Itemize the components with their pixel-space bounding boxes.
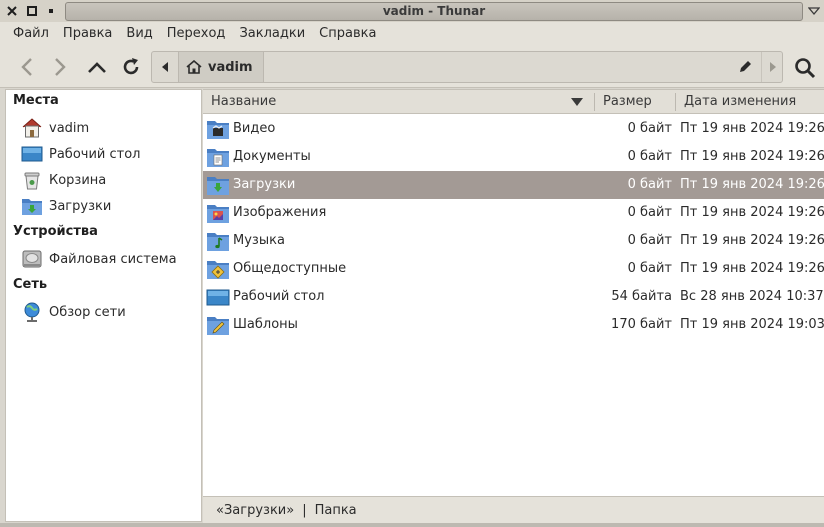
- search-icon[interactable]: [792, 55, 818, 81]
- sidebar-item-home[interactable]: vadim: [21, 116, 89, 140]
- file-row-video[interactable]: Видео 0 байт Пт 19 янв 2024 19:26:37: [203, 115, 824, 143]
- public-folder-icon: [207, 261, 229, 279]
- sidebar-item-label: Обзор сети: [49, 304, 126, 320]
- maximize-window-icon[interactable]: [25, 4, 39, 18]
- file-name: Документы: [233, 149, 311, 164]
- column-modified[interactable]: Дата изменения: [676, 90, 824, 114]
- sidebar-item-network[interactable]: Обзор сети: [21, 300, 126, 324]
- sidebar-item-label: Рабочий стол: [49, 146, 141, 162]
- desktop-icon: [21, 143, 43, 165]
- file-row-templates[interactable]: Шаблоны 170 байт Пт 19 янв 2024 19:03:42: [203, 311, 824, 339]
- column-name[interactable]: Название: [203, 90, 594, 114]
- sidebar-item-label: Файловая система: [49, 251, 177, 267]
- music-folder-icon: [207, 233, 229, 251]
- sort-descending-icon: [571, 98, 583, 106]
- minimize-window-icon[interactable]: [44, 4, 58, 18]
- column-size[interactable]: Размер: [595, 90, 675, 114]
- file-row-desktop[interactable]: Рабочий стол 54 байта Вс 28 янв 2024 10:…: [203, 283, 824, 311]
- video-folder-icon: [207, 121, 229, 139]
- window-bottom-edge[interactable]: [0, 523, 824, 527]
- file-date: Пт 19 янв 2024 19:26:37: [680, 261, 824, 276]
- file-name: Изображения: [233, 205, 327, 220]
- trash-icon: [21, 169, 43, 191]
- path-bar: vadim: [151, 51, 783, 83]
- path-scroll-right-icon[interactable]: [761, 52, 783, 82]
- menu-bookmarks[interactable]: Закладки: [232, 22, 312, 46]
- file-date: Пт 19 янв 2024 19:26:37: [680, 205, 824, 220]
- downloads-folder-icon: [21, 195, 43, 217]
- file-name: Видео: [233, 121, 276, 136]
- file-list: Название Размер Дата изменения Видео 0 б…: [203, 89, 824, 496]
- file-size: 170 байт: [611, 317, 672, 332]
- file-date: Пт 19 янв 2024 19:26:37: [680, 121, 824, 136]
- file-name: Шаблоны: [233, 317, 298, 332]
- sidebar-heading-places: Места: [13, 93, 59, 108]
- menu-file[interactable]: Файл: [6, 22, 56, 46]
- file-date: Пт 19 янв 2024 19:26:37: [680, 149, 824, 164]
- sidebar-heading-network: Сеть: [13, 277, 48, 292]
- menu-view[interactable]: Вид: [119, 22, 159, 46]
- pictures-folder-icon: [207, 205, 229, 223]
- menu-bar: Файл Правка Вид Переход Закладки Справка: [0, 22, 824, 46]
- forward-arrow-icon[interactable]: [48, 55, 72, 79]
- documents-folder-icon: [207, 149, 229, 167]
- window-title: vadim - Thunar: [65, 2, 803, 21]
- file-row-documents[interactable]: Документы 0 байт Пт 19 янв 2024 19:26:37: [203, 143, 824, 171]
- sidebar-item-label: Корзина: [49, 172, 107, 188]
- path-scroll-left-icon[interactable]: [154, 52, 176, 82]
- menu-go[interactable]: Переход: [160, 22, 233, 46]
- sidebar-item-desktop[interactable]: Рабочий стол: [21, 142, 140, 166]
- status-type: Папка: [314, 502, 357, 518]
- file-date: Пт 19 янв 2024 19:26:37: [680, 177, 824, 192]
- file-size: 0 байт: [627, 121, 672, 136]
- file-size: 54 байта: [611, 289, 672, 304]
- shade-window-icon[interactable]: [807, 5, 821, 20]
- home-icon: [186, 60, 202, 74]
- file-name: Общедоступные: [233, 261, 347, 276]
- file-date: Пт 19 янв 2024 19:26:37: [680, 233, 824, 248]
- drive-icon: [21, 248, 43, 270]
- file-row-music[interactable]: Музыка 0 байт Пт 19 янв 2024 19:26:37: [203, 227, 824, 255]
- sidebar-item-label: vadim: [49, 120, 90, 136]
- title-bar: vadim - Thunar: [0, 0, 824, 22]
- sidebar-item-filesystem[interactable]: Файловая система: [21, 247, 177, 271]
- downloads-folder-icon: [207, 177, 229, 195]
- toolbar: vadim: [0, 46, 824, 88]
- file-size: 0 байт: [627, 261, 672, 276]
- file-size: 0 байт: [627, 149, 672, 164]
- file-date: Вс 28 янв 2024 10:37:41: [680, 289, 824, 304]
- desktop-icon: [206, 289, 230, 306]
- templates-folder-icon: [207, 317, 229, 335]
- column-header: Название Размер Дата изменения: [203, 90, 824, 114]
- sidebar: Места vadim Рабочий стол Корзина Загрузк…: [5, 89, 202, 522]
- file-row-public[interactable]: Общедоступные 0 байт Пт 19 янв 2024 19:2…: [203, 255, 824, 283]
- sidebar-item-label: Загрузки: [49, 198, 112, 214]
- menu-edit[interactable]: Правка: [56, 22, 119, 46]
- file-date: Пт 19 янв 2024 19:03:42: [680, 317, 824, 332]
- file-size: 0 байт: [627, 177, 672, 192]
- close-window-icon[interactable]: [5, 4, 19, 18]
- menu-help[interactable]: Справка: [312, 22, 383, 46]
- file-name: Загрузки: [233, 177, 296, 192]
- status-selection: «Загрузки»: [216, 502, 295, 518]
- file-size: 0 байт: [627, 233, 672, 248]
- file-size: 0 байт: [627, 205, 672, 220]
- sidebar-item-trash[interactable]: Корзина: [21, 168, 106, 192]
- sidebar-item-downloads[interactable]: Загрузки: [21, 194, 111, 218]
- file-name: Музыка: [233, 233, 285, 248]
- file-row-downloads[interactable]: Загрузки 0 байт Пт 19 янв 2024 19:26:37: [203, 171, 824, 199]
- up-arrow-icon[interactable]: [85, 55, 109, 79]
- status-separator: |: [302, 502, 307, 518]
- sidebar-heading-devices: Устройства: [13, 224, 98, 239]
- path-home-label: vadim: [208, 59, 253, 75]
- pencil-icon[interactable]: [734, 52, 756, 82]
- file-name: Рабочий стол: [233, 289, 325, 304]
- home-icon: [21, 117, 43, 139]
- file-row-pictures[interactable]: Изображения 0 байт Пт 19 янв 2024 19:26:…: [203, 199, 824, 227]
- network-icon: [21, 301, 43, 323]
- reload-icon[interactable]: [119, 55, 143, 79]
- back-arrow-icon[interactable]: [15, 55, 39, 79]
- status-bar: «Загрузки» | Папка: [203, 496, 824, 523]
- path-button-home[interactable]: vadim: [178, 52, 264, 82]
